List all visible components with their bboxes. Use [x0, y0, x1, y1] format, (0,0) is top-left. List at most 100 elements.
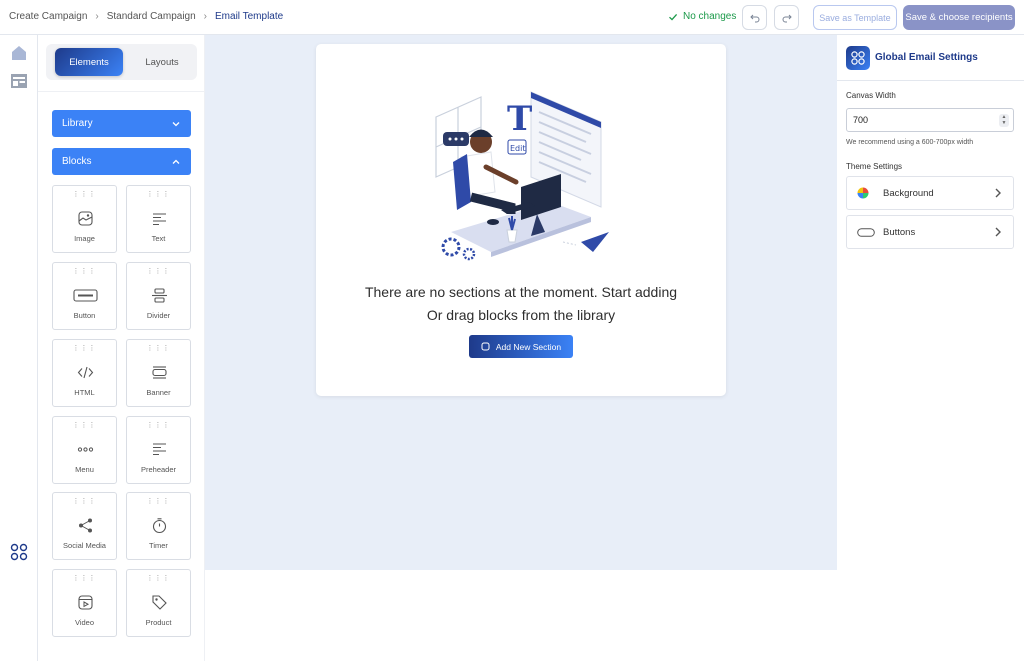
redo-button[interactable]	[774, 5, 799, 30]
tag-icon	[152, 595, 167, 610]
block-text[interactable]: ⋮⋮⋮ Text	[126, 185, 191, 253]
empty-state-card: T Edit There are no sections at the mome…	[316, 44, 726, 396]
color-wheel-icon	[857, 187, 869, 199]
template-icon[interactable]	[10, 72, 28, 90]
block-menu[interactable]: ⋮⋮⋮ Menu	[52, 416, 117, 484]
block-label: Banner	[146, 388, 171, 397]
text-icon	[153, 213, 166, 226]
empty-state-title: There are no sections at the moment. Sta…	[364, 284, 678, 300]
button-shape-icon	[857, 228, 875, 237]
library-accordion[interactable]: Library	[52, 110, 191, 137]
drag-handle-icon[interactable]: ⋮⋮⋮	[53, 268, 116, 275]
block-label: Timer	[149, 541, 168, 550]
home-icon[interactable]	[10, 44, 28, 62]
block-preheader[interactable]: ⋮⋮⋮ Preheader	[126, 416, 191, 484]
chevron-right-icon	[995, 227, 1001, 237]
breadcrumb-separator-icon: ›	[95, 11, 99, 22]
canvas-width-label: Canvas Width	[846, 91, 896, 100]
drag-handle-icon[interactable]: ⋮⋮⋮	[127, 498, 190, 505]
tab-elements[interactable]: Elements	[55, 48, 123, 76]
panel-tabs: Elements Layouts	[46, 44, 197, 80]
breadcrumb-separator-icon: ›	[203, 11, 208, 22]
code-icon	[77, 366, 94, 379]
theme-settings-label: Theme Settings	[846, 162, 903, 171]
breadcrumb-standard-campaign[interactable]: Standard Campaign	[107, 11, 196, 22]
add-new-section-label: Add New Section	[495, 341, 562, 352]
image-icon	[78, 211, 93, 226]
chevron-up-icon	[172, 159, 180, 164]
section-icon	[481, 342, 490, 351]
share-icon	[79, 518, 92, 533]
block-label: Menu	[75, 465, 94, 474]
block-video[interactable]: ⋮⋮⋮ Video	[52, 569, 117, 637]
settings-panel: Global Email Settings Canvas Width 700 ▲…	[837, 35, 1024, 661]
block-banner[interactable]: ⋮⋮⋮ Banner	[126, 339, 191, 407]
block-image[interactable]: ⋮⋮⋮ Image	[52, 185, 117, 253]
drag-handle-icon[interactable]: ⋮⋮⋮	[53, 345, 116, 352]
block-timer[interactable]: ⋮⋮⋮ Timer	[126, 492, 191, 560]
tab-layouts[interactable]: Layouts	[128, 48, 196, 76]
breadcrumb-create-campaign[interactable]: Create Campaign	[9, 11, 87, 22]
drag-handle-icon[interactable]: ⋮⋮⋮	[127, 268, 190, 275]
buttons-option[interactable]: Buttons	[846, 215, 1014, 249]
block-product[interactable]: ⋮⋮⋮ Product	[126, 569, 191, 637]
block-label: Button	[73, 311, 96, 320]
panel-divider	[38, 91, 205, 92]
top-bar: Create Campaign › Standard Campaign › Em…	[0, 0, 1024, 35]
divider-icon	[152, 288, 167, 303]
library-label: Library	[62, 118, 93, 129]
block-label: HTML	[74, 388, 95, 397]
canvas-width-hint: We recommend using a 600-700px width	[846, 139, 974, 146]
undo-button[interactable]	[742, 5, 767, 30]
save-status: No changes	[668, 11, 736, 22]
chevron-down-icon	[172, 121, 180, 126]
chevron-right-icon	[995, 188, 1001, 198]
preheader-icon	[153, 443, 166, 456]
drag-handle-icon[interactable]: ⋮⋮⋮	[53, 422, 116, 429]
blocks-label: Blocks	[62, 156, 92, 167]
block-label: Preheader	[140, 465, 177, 474]
drag-handle-icon[interactable]: ⋮⋮⋮	[127, 575, 190, 582]
blocks-accordion[interactable]: Blocks	[52, 148, 191, 175]
save-choose-recipients-button[interactable]: Save & choose recipients	[903, 5, 1015, 30]
drag-handle-icon[interactable]: ⋮⋮⋮	[53, 575, 116, 582]
add-new-section-button[interactable]: Add New Section	[469, 335, 573, 358]
check-icon	[669, 13, 678, 21]
video-icon	[78, 595, 93, 610]
left-rail	[0, 35, 38, 661]
undo-icon	[749, 14, 759, 22]
stepper-icon[interactable]: ▲ ▼	[999, 114, 1009, 127]
drag-handle-icon[interactable]: ⋮⋮⋮	[127, 191, 190, 198]
canvas-width-input[interactable]: 700 ▲ ▼	[846, 108, 1014, 132]
apps-icon	[851, 51, 865, 65]
status-text: No changes	[683, 11, 737, 22]
block-label: Product	[145, 618, 172, 627]
drag-handle-icon[interactable]: ⋮⋮⋮	[127, 422, 190, 429]
block-social-media[interactable]: ⋮⋮⋮ Social Media	[52, 492, 117, 560]
block-divider[interactable]: ⋮⋮⋮ Divider	[126, 262, 191, 330]
block-label: Divider	[146, 311, 171, 320]
timer-icon	[152, 518, 167, 534]
button-icon	[73, 289, 98, 302]
settings-logo	[846, 46, 870, 70]
settings-title: Global Email Settings	[875, 52, 978, 63]
banner-icon	[152, 366, 167, 379]
empty-state-illustration: T Edit	[435, 91, 609, 261]
menu-dots-icon	[77, 447, 94, 452]
buttons-label: Buttons	[883, 227, 916, 238]
block-html[interactable]: ⋮⋮⋮ HTML	[52, 339, 117, 407]
block-button[interactable]: ⋮⋮⋮ Button	[52, 262, 117, 330]
block-label: Video	[74, 618, 95, 627]
email-canvas[interactable]: T Edit There are no sections at the mome…	[205, 35, 837, 570]
breadcrumb: Create Campaign › Standard Campaign › Em…	[9, 11, 283, 22]
apps-icon[interactable]	[10, 543, 28, 561]
drag-handle-icon[interactable]: ⋮⋮⋮	[53, 498, 116, 505]
breadcrumb-email-template: Email Template	[215, 11, 284, 22]
background-option[interactable]: Background	[846, 176, 1014, 210]
drag-handle-icon[interactable]: ⋮⋮⋮	[127, 345, 190, 352]
background-label: Background	[883, 188, 934, 199]
block-label: Image	[74, 234, 95, 243]
drag-handle-icon[interactable]: ⋮⋮⋮	[53, 191, 116, 198]
save-as-template-button[interactable]: Save as Template	[813, 5, 897, 30]
svg-text:T: T	[507, 99, 532, 139]
